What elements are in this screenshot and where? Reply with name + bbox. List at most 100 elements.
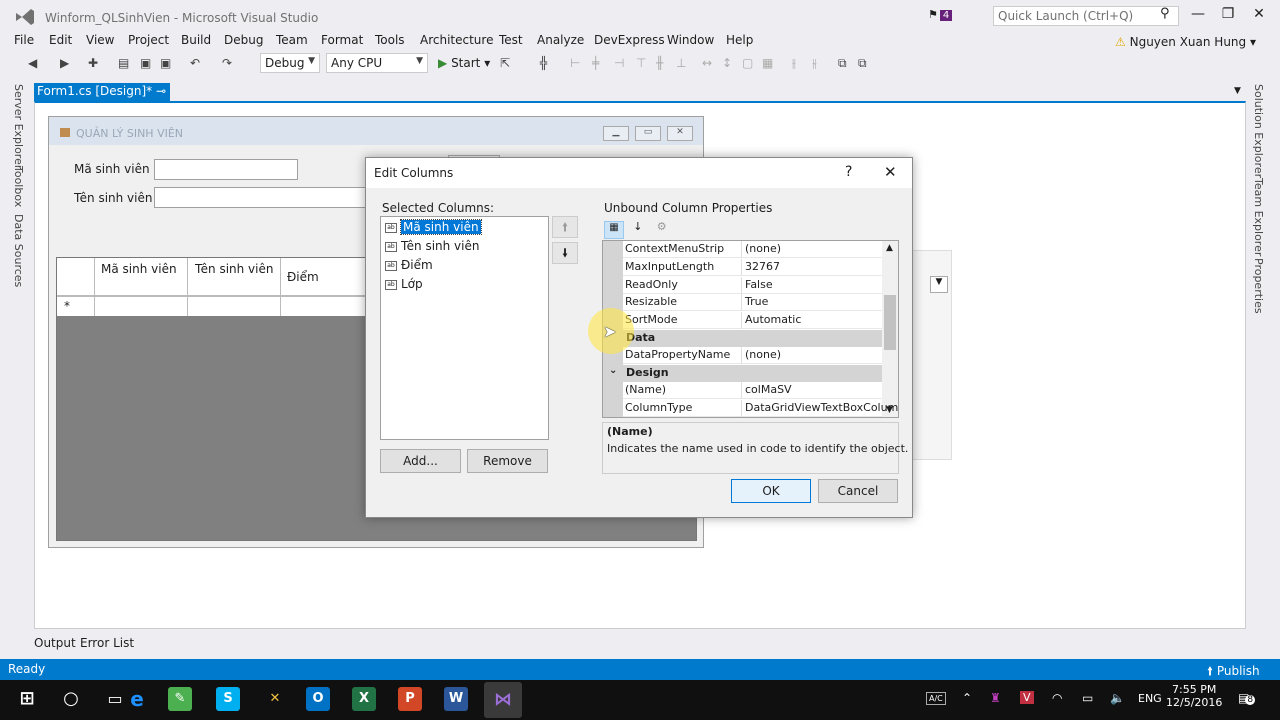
visual-studio-taskbar-icon[interactable]: ⋈: [484, 682, 522, 718]
volume-icon[interactable]: 🔈: [1110, 691, 1125, 705]
align-center-icon[interactable]: ╪: [592, 56, 599, 70]
excel-icon[interactable]: X: [352, 687, 376, 711]
remove-button[interactable]: Remove: [467, 449, 548, 473]
tab-error-list[interactable]: Error List: [80, 636, 134, 650]
move-down-button[interactable]: 🠛: [552, 242, 578, 264]
solution-configuration-select[interactable]: Debug ▼: [260, 53, 320, 73]
close-button[interactable]: ✕: [1245, 6, 1273, 26]
property-row[interactable]: ReadOnly False: [623, 277, 882, 294]
same-width-icon[interactable]: ↔: [702, 56, 712, 70]
vieon-tray-icon[interactable]: V: [1020, 691, 1034, 704]
start-button[interactable]: ▶ Start ▾: [438, 56, 490, 70]
textbox-ma-sinh-vien[interactable]: [154, 159, 298, 180]
properties-tab[interactable]: Properties: [1252, 258, 1265, 314]
menu-devexpress[interactable]: DevExpress: [594, 33, 665, 47]
notifications-flag[interactable]: ⚑ 4: [928, 8, 953, 21]
windows-start-icon[interactable]: ⊞: [12, 684, 42, 714]
menu-architecture[interactable]: Architecture: [420, 33, 493, 47]
menu-debug[interactable]: Debug: [224, 33, 263, 47]
align-icon[interactable]: ╬: [540, 56, 547, 70]
save-all-icon[interactable]: ▣: [160, 56, 171, 70]
cortana-icon[interactable]: ○: [56, 684, 86, 714]
send-back-icon[interactable]: ⧉: [858, 56, 867, 71]
new-project-icon[interactable]: ✚: [88, 56, 98, 70]
action-center-icon[interactable]: ▤8: [1238, 691, 1256, 705]
list-item[interactable]: ab Mã sinh viên: [385, 219, 482, 236]
collapse-chevron-icon[interactable]: ⌄: [609, 365, 617, 376]
maximize-button[interactable]: ❐: [1214, 6, 1242, 26]
property-row[interactable]: MaxInputLength 32767: [623, 259, 882, 276]
menu-view[interactable]: View: [86, 33, 114, 47]
categorized-icon[interactable]: ▦: [604, 221, 624, 239]
menu-window[interactable]: Window: [667, 33, 714, 47]
scrollbar-thumb[interactable]: [884, 295, 896, 350]
server-explorer-tab[interactable]: Server Explorer: [12, 84, 25, 169]
property-category-design[interactable]: ⌄ Design: [603, 365, 882, 382]
back-icon[interactable]: ◀: [28, 56, 37, 70]
team-explorer-tab[interactable]: Team Explorer: [1252, 178, 1265, 256]
add-button[interactable]: Add...: [380, 449, 461, 473]
chevron-up-icon[interactable]: ⌃: [962, 691, 972, 705]
bring-front-icon[interactable]: ⧉: [838, 56, 847, 71]
ac-icon[interactable]: A/C: [926, 692, 946, 705]
quick-launch-input[interactable]: Quick Launch (Ctrl+Q): [993, 6, 1179, 26]
spacing-decrease-icon[interactable]: ⫳: [812, 56, 817, 71]
menu-project[interactable]: Project: [128, 33, 169, 47]
app-tray-icon[interactable]: ♜: [990, 691, 1001, 705]
cancel-button[interactable]: Cancel: [818, 479, 898, 503]
property-row[interactable]: DataPropertyName (none): [623, 347, 882, 364]
property-row[interactable]: (Name) colMaSV: [623, 382, 882, 399]
menu-edit[interactable]: Edit: [49, 33, 72, 47]
menu-tools[interactable]: Tools: [375, 33, 405, 47]
pin-icon[interactable]: ⊸: [156, 84, 166, 98]
textbox-ten-sinh-vien[interactable]: [154, 187, 366, 208]
list-item[interactable]: ab Điểm: [385, 258, 433, 274]
spacing-icon[interactable]: ⫲: [792, 56, 796, 71]
undo-icon[interactable]: ↶: [190, 56, 200, 70]
help-button[interactable]: ?: [845, 164, 852, 180]
property-row[interactable]: SortMode Automatic: [623, 312, 882, 329]
dialog-close-button[interactable]: ✕: [884, 163, 897, 181]
move-up-button[interactable]: 🠙: [552, 216, 578, 238]
property-category-data[interactable]: Data: [603, 330, 882, 347]
wifi-icon[interactable]: ◠: [1052, 691, 1062, 705]
data-sources-tab[interactable]: Data Sources: [12, 214, 25, 287]
skype-icon[interactable]: S: [216, 687, 240, 711]
tab-output[interactable]: Output: [34, 636, 76, 650]
menu-file[interactable]: File: [14, 33, 34, 47]
alphabetical-icon[interactable]: ↓: [628, 220, 648, 233]
attach-icon[interactable]: ⇱: [500, 56, 510, 70]
list-item[interactable]: ab Tên sinh viên: [385, 239, 479, 255]
menu-test[interactable]: Test: [499, 33, 523, 47]
save-icon[interactable]: ▣: [140, 56, 151, 70]
outlook-icon[interactable]: O: [306, 687, 330, 711]
property-row[interactable]: ContextMenuStrip (none): [623, 241, 882, 258]
word-icon[interactable]: W: [444, 687, 468, 711]
align-left-icon[interactable]: ⊢: [570, 56, 580, 70]
solution-platform-select[interactable]: Any CPU ▼: [326, 53, 428, 73]
menu-build[interactable]: Build: [181, 33, 211, 47]
forward-icon[interactable]: ▶: [60, 56, 69, 70]
toolbox-tab[interactable]: Toolbox: [12, 166, 25, 207]
property-row[interactable]: Resizable True: [623, 294, 882, 311]
property-row[interactable]: ColumnType DataGridViewTextBoxColum: [623, 400, 898, 417]
same-size-icon[interactable]: ▢: [742, 56, 753, 70]
minimize-button[interactable]: —: [1184, 6, 1212, 26]
edge-icon[interactable]: e: [122, 684, 152, 714]
align-middle-icon[interactable]: ╫: [656, 56, 663, 70]
taskbar-clock[interactable]: 7:55 PM 12/5/2016: [1166, 683, 1222, 709]
language-indicator[interactable]: ENG: [1138, 692, 1162, 705]
list-item[interactable]: ab Lớp: [385, 277, 423, 293]
user-account[interactable]: ⚠ Nguyen Xuan Hung ▾: [1115, 35, 1256, 49]
ok-button[interactable]: OK: [731, 479, 811, 503]
same-height-icon[interactable]: ↕: [722, 56, 732, 70]
align-top-icon[interactable]: ⊤: [636, 56, 646, 70]
xampp-icon[interactable]: ✕: [260, 684, 290, 714]
open-folder-icon[interactable]: ▤: [118, 56, 129, 70]
menu-help[interactable]: Help: [726, 33, 753, 47]
scroll-up-icon[interactable]: ▲: [886, 243, 893, 253]
chevron-down-icon[interactable]: ▼: [1234, 86, 1241, 96]
battery-icon[interactable]: ▭: [1082, 691, 1093, 705]
align-bottom-icon[interactable]: ⊥: [676, 56, 686, 70]
menu-team[interactable]: Team: [276, 33, 308, 47]
